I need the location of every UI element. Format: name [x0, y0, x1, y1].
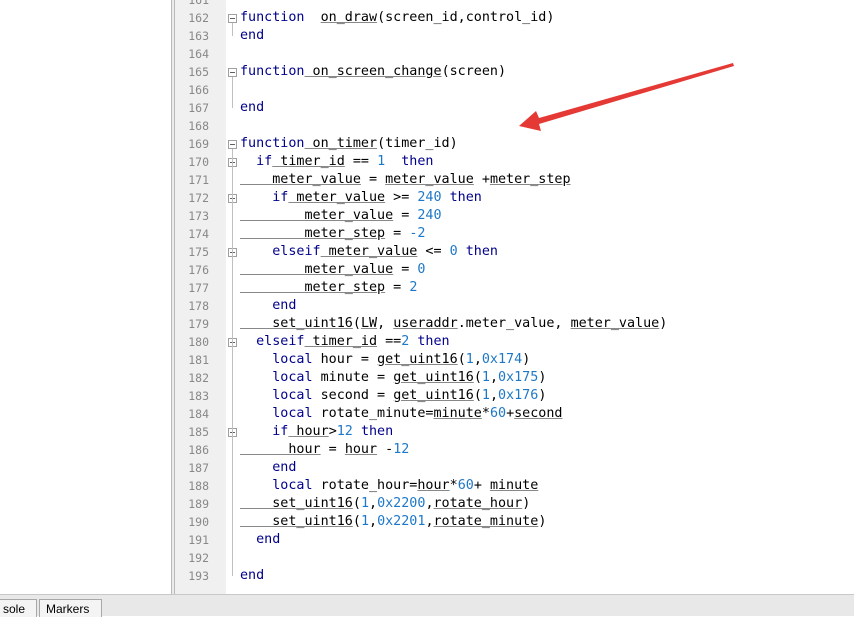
red-arrow-icon: [519, 63, 734, 131]
